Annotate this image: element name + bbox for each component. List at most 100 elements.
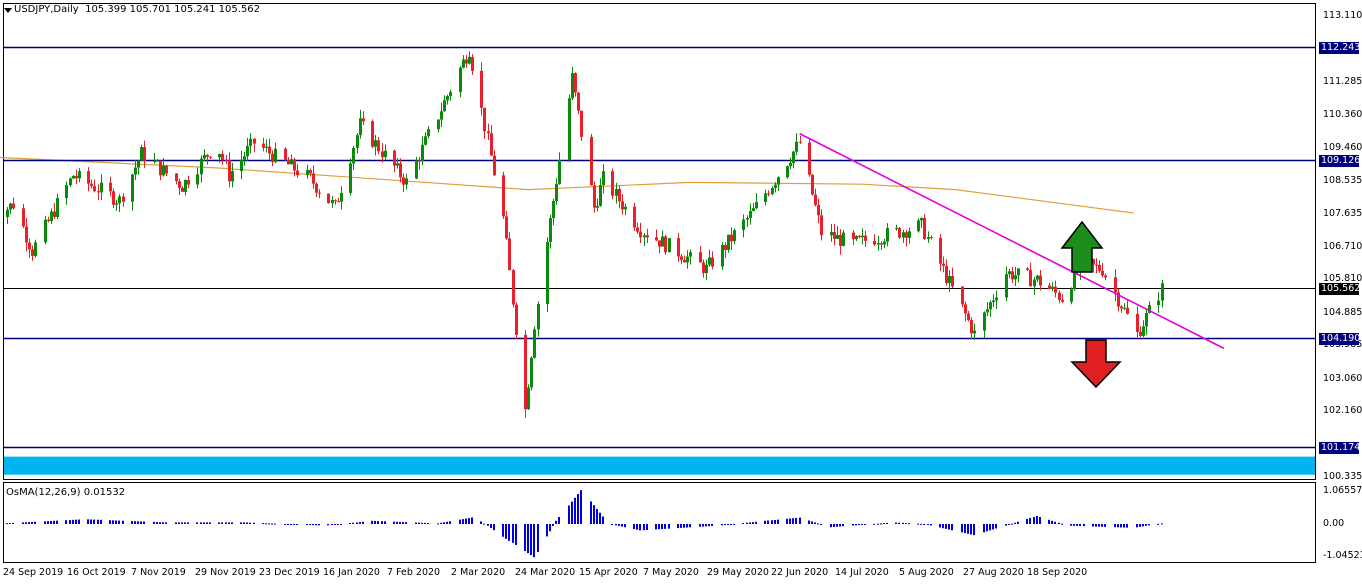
bearish-candle — [1114, 277, 1117, 293]
bearish-candle — [1104, 275, 1107, 278]
bullish-candle — [973, 330, 976, 334]
osma-bar — [1026, 518, 1028, 524]
level-badge: 101.174 — [1319, 441, 1361, 454]
bearish-candle — [1011, 271, 1014, 280]
osma-bar — [686, 524, 688, 528]
bullish-candle — [9, 203, 12, 210]
bearish-candle — [880, 243, 883, 245]
osma-bar — [87, 519, 89, 524]
osma-bar — [927, 524, 929, 525]
bullish-candle — [424, 136, 427, 145]
bullish-candle — [405, 178, 408, 185]
symbol-dropdown-icon[interactable] — [4, 8, 12, 13]
osma-bar — [1070, 524, 1072, 526]
bearish-candle — [683, 260, 686, 263]
osma-bar — [537, 524, 539, 552]
bearish-candle — [858, 236, 861, 238]
osma-bar — [181, 522, 183, 524]
osma-bar — [206, 522, 208, 524]
bullish-candle — [746, 217, 749, 220]
bullish-candle — [992, 300, 995, 303]
osma-bar — [1011, 523, 1013, 525]
osma-bar — [611, 524, 613, 525]
bullish-candle — [615, 188, 618, 196]
osma-bar — [178, 522, 180, 524]
bullish-candle — [708, 257, 711, 265]
osma-bar — [196, 522, 198, 524]
osma-bar — [839, 524, 841, 527]
osma-bar — [533, 524, 535, 558]
osma-bar — [1126, 524, 1128, 528]
bearish-candle — [814, 194, 817, 205]
date-tick-label: 16 Oct 2019 — [67, 567, 126, 578]
osma-bar — [72, 519, 74, 524]
osma-bar — [577, 494, 579, 524]
bearish-candle — [730, 234, 733, 242]
osma-bar — [555, 520, 557, 524]
bearish-candle — [1029, 269, 1032, 287]
bearish-candle — [159, 160, 162, 176]
osma-bar — [1039, 516, 1041, 524]
bullish-candle — [727, 234, 730, 250]
bearish-candle — [951, 275, 954, 287]
bullish-candle — [131, 174, 134, 202]
osma-bar — [546, 524, 548, 537]
bearish-candle — [817, 204, 820, 216]
osma-bar — [156, 522, 158, 524]
osma-bar — [165, 522, 167, 524]
osma-bar — [56, 520, 58, 524]
bullish-candle — [374, 140, 377, 147]
bearish-candle — [930, 237, 933, 239]
bearish-candle — [658, 240, 661, 247]
osma-bar — [727, 524, 729, 525]
osma-bar — [951, 524, 953, 531]
bearish-candle — [633, 206, 636, 228]
bullish-candle — [196, 174, 199, 185]
bearish-candle — [165, 165, 168, 174]
osma-bar — [855, 524, 857, 526]
osma-bar — [1145, 524, 1147, 526]
osma-bar — [75, 519, 77, 524]
bearish-candle — [699, 252, 702, 263]
osma-bar — [895, 522, 897, 524]
bearish-candle — [334, 200, 337, 202]
date-tick-label: 7 Nov 2019 — [131, 567, 186, 578]
osma-bar — [405, 522, 407, 524]
bullish-candle — [44, 219, 47, 243]
bullish-candle — [1017, 268, 1020, 276]
symbol-label: USDJPY,Daily — [14, 4, 79, 15]
bullish-candle — [795, 141, 798, 152]
bullish-candle — [306, 170, 309, 176]
bearish-candle — [31, 249, 34, 256]
bearish-candle — [515, 304, 518, 335]
bullish-candle — [742, 219, 745, 231]
osma-bar — [490, 524, 492, 528]
osma-bar — [683, 524, 685, 528]
bullish-candle — [533, 329, 536, 358]
osma-bar — [356, 522, 358, 524]
bullish-candle — [203, 154, 206, 159]
price-tick-label: 100.335 — [1323, 471, 1362, 482]
price-chart[interactable] — [0, 0, 1362, 584]
osma-bar — [568, 505, 570, 524]
bearish-candle — [28, 242, 31, 250]
bullish-candle — [920, 217, 923, 221]
osma-bar — [939, 524, 941, 528]
bullish-candle — [462, 59, 465, 68]
osma-bar — [440, 522, 442, 524]
osma-bar — [908, 523, 910, 525]
bearish-candle — [293, 159, 296, 171]
osma-bar — [449, 521, 451, 524]
osma-bar — [852, 524, 854, 526]
price-tick-label: 110.360 — [1323, 109, 1362, 121]
bullish-candle — [449, 91, 452, 97]
osma-bar — [265, 523, 267, 525]
bearish-candle — [1039, 275, 1042, 286]
osma-bar — [1136, 524, 1138, 528]
osma-bar — [1092, 524, 1094, 527]
osma-bar — [359, 522, 361, 524]
osma-bar — [502, 524, 504, 537]
osma-bar — [571, 501, 573, 524]
osma-bar — [746, 522, 748, 524]
bearish-candle — [402, 177, 405, 185]
